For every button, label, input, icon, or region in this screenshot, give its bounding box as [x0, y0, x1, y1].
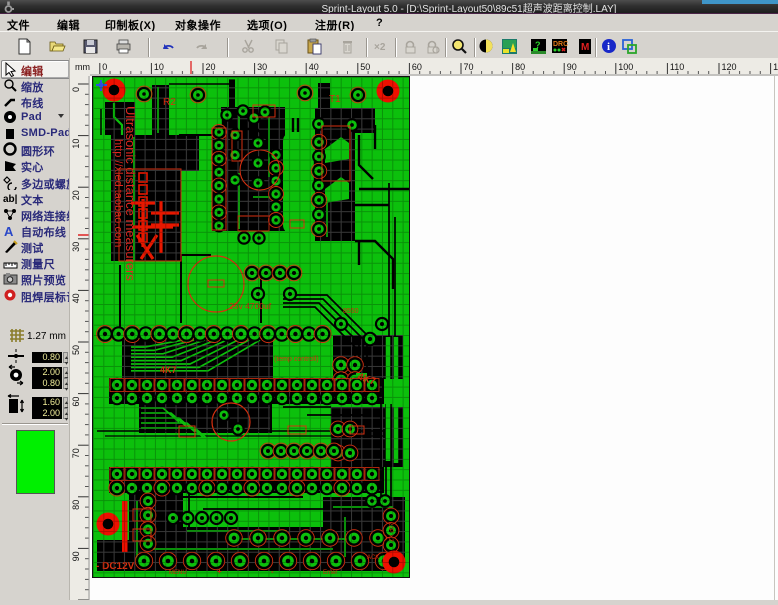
svg-text:0: 0 — [71, 87, 81, 92]
svg-text:ab|: ab| — [3, 194, 18, 205]
svg-text:30: 30 — [71, 242, 81, 252]
svg-text:80: 80 — [515, 62, 525, 72]
svg-text:0: 0 — [102, 62, 107, 72]
svg-text:130: 130 — [773, 62, 778, 72]
svg-text:110: 110 — [670, 62, 684, 72]
svg-text:10: 10 — [71, 139, 81, 149]
svg-text:20: 20 — [206, 62, 216, 72]
svg-text:×2: ×2 — [374, 42, 386, 53]
svg-text:100: 100 — [618, 62, 633, 72]
svg-text:i: i — [607, 41, 610, 53]
svg-text:40: 40 — [309, 62, 319, 72]
svg-text:DRC: DRC — [553, 41, 568, 48]
svg-text:60: 60 — [71, 397, 81, 407]
svg-text:50: 50 — [71, 345, 81, 355]
svg-text:10: 10 — [154, 62, 164, 72]
svg-text:90: 90 — [71, 551, 81, 561]
svg-text:30: 30 — [257, 62, 267, 72]
svg-text:70: 70 — [464, 62, 474, 72]
svg-text:40: 40 — [71, 293, 81, 303]
svg-text:120: 120 — [722, 62, 737, 72]
svg-text:20: 20 — [71, 190, 81, 200]
svg-text:90: 90 — [567, 62, 577, 72]
svg-text:70: 70 — [71, 448, 81, 458]
svg-text:M: M — [581, 42, 589, 53]
svg-text:50: 50 — [360, 62, 370, 72]
svg-text:60: 60 — [412, 62, 422, 72]
svg-text:A: A — [4, 224, 14, 238]
svg-text:80: 80 — [71, 500, 81, 510]
